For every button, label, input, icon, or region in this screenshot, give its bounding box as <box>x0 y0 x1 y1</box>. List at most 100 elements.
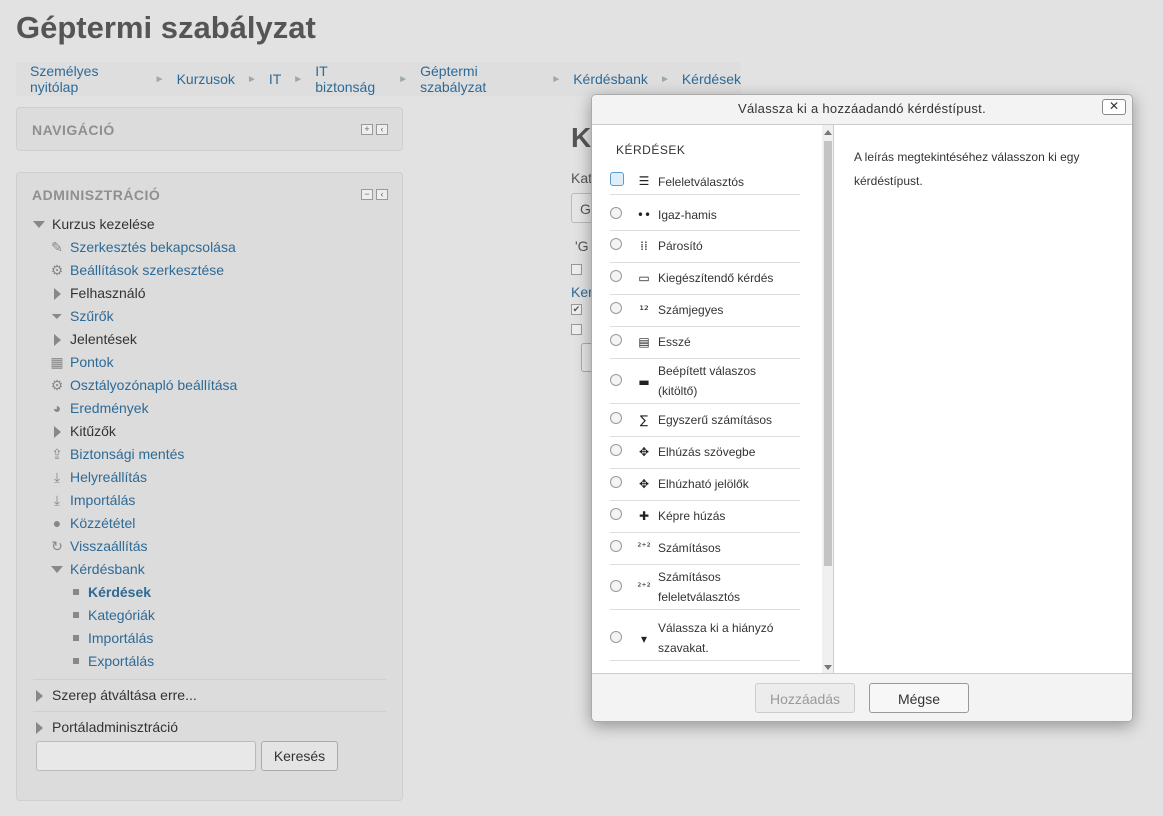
tree-categories[interactable]: Kategóriák <box>33 604 386 627</box>
tree-outcomes[interactable]: ◕ Eredmények <box>33 397 386 420</box>
tree-edit-on[interactable]: ✎ Szerkesztés bekapcsolása <box>33 236 386 259</box>
tree-publish[interactable]: ● Közzététel <box>33 512 386 535</box>
option-shortanswer[interactable]: ▭ Kiegészítendő kérdés <box>610 264 800 295</box>
tree-grades[interactable]: ▦ Pontok <box>33 351 386 374</box>
radio-button[interactable] <box>610 207 622 219</box>
radio-button[interactable] <box>610 374 622 386</box>
scrollbar-thumb[interactable] <box>824 141 832 566</box>
upload-icon: ⇪ <box>51 446 63 462</box>
option-cloze[interactable]: ▬ Beépített válaszos (kitöltő) <box>610 360 800 404</box>
globe-icon: ● <box>52 515 62 531</box>
tree-reports[interactable]: Jelentések <box>33 328 386 351</box>
gear-icon: ⚙ <box>50 262 64 278</box>
radio-button[interactable] <box>610 302 622 314</box>
breadcrumb-home[interactable]: Személyes nyitólap <box>30 63 143 95</box>
navigation-block: NAVIGÁCIÓ + ‹ <box>16 107 403 151</box>
tree-qimport[interactable]: Importálás <box>33 627 386 650</box>
tree-import[interactable]: ⤓ Importálás <box>33 489 386 512</box>
radio-button[interactable] <box>610 334 622 346</box>
breadcrumb-questions[interactable]: Kérdések <box>682 71 741 87</box>
collapse-icon[interactable]: ‹ <box>376 189 388 200</box>
dock-icon[interactable]: + <box>361 124 373 135</box>
pencil-icon: ✎ <box>51 239 63 255</box>
ddmarker-icon: ✥ <box>638 477 650 491</box>
collapsed-arrow-icon <box>54 288 61 300</box>
option-matching[interactable]: ⁞⁞ Párosító <box>610 232 800 263</box>
tree-settings[interactable]: ⚙ Beállítások szerkesztése <box>33 259 386 282</box>
ddwtos-icon: ✥ <box>638 445 650 459</box>
scroll-up-icon[interactable] <box>824 130 832 135</box>
cancel-button[interactable]: Mégse <box>869 683 969 713</box>
admin-search-input[interactable] <box>36 741 256 771</box>
questions-heading: KÉRDÉSEK <box>616 143 686 157</box>
filter-icon: ⏷ <box>51 308 63 324</box>
tree-filters[interactable]: ⏷ Szűrők <box>33 305 386 328</box>
breadcrumb-courses[interactable]: Kurzusok <box>177 71 235 87</box>
download-icon: ⤓ <box>53 492 61 508</box>
tree-switch-role[interactable]: Szerep átváltása erre... <box>33 680 386 711</box>
tree-site-admin[interactable]: Portáladminisztráció <box>33 712 386 743</box>
option-checkbox[interactable] <box>571 264 582 275</box>
expanded-arrow-icon <box>33 221 45 228</box>
radio-button[interactable] <box>610 412 622 424</box>
option-calculatedmulti[interactable]: ²⁺² Számításos feleletválasztós <box>610 566 800 610</box>
option-multichoice[interactable]: ☰ Feleletválasztós <box>610 169 800 195</box>
admin-search-button[interactable]: Keresés <box>261 741 338 771</box>
option-gapselect[interactable]: ▾ Válassza ki a hiányzó szavakat. <box>610 617 800 661</box>
option-ddwtos[interactable]: ✥ Elhúzás szövegbe <box>610 438 800 469</box>
bullet-icon <box>73 589 79 595</box>
question-type-list: KÉRDÉSEK ☰ Feleletválasztós •• Igaz-hami… <box>592 125 834 675</box>
tree-backup[interactable]: ⇪ Biztonsági mentés <box>33 443 386 466</box>
tree-qexport[interactable]: Exportálás <box>33 650 386 673</box>
option-calculatedsimple[interactable]: ∑ Egyszerű számításos <box>610 405 800 437</box>
tree-restore[interactable]: ⤓ Helyreállítás <box>33 466 386 489</box>
close-icon[interactable]: ✕ <box>1102 99 1126 115</box>
shortanswer-icon: ▭ <box>638 271 650 285</box>
option-ddimageortext[interactable]: ✚ Képre húzás <box>610 502 800 533</box>
matching-icon: ⁞⁞ <box>640 239 648 253</box>
grades-table-icon: ▦ <box>50 354 64 370</box>
scroll-down-icon[interactable] <box>824 665 832 670</box>
tree-badges[interactable]: Kitűzők <box>33 420 386 443</box>
breadcrumb-it-security[interactable]: IT biztonság <box>315 63 386 95</box>
options-scrollbar[interactable] <box>822 125 833 675</box>
breadcrumb-course[interactable]: Géptermi szabályzat <box>420 63 539 95</box>
option-essay[interactable]: ▤ Esszé <box>610 328 800 359</box>
radio-button[interactable] <box>610 238 622 250</box>
radio-button[interactable] <box>610 444 622 456</box>
radio-button[interactable] <box>610 508 622 520</box>
radio-button[interactable] <box>610 580 622 592</box>
tree-reset[interactable]: ↻ Visszaállítás <box>33 535 386 558</box>
option-calculated[interactable]: ²⁺² Számításos <box>610 534 800 565</box>
collapse-icon[interactable]: ‹ <box>376 124 388 135</box>
breadcrumb-separator-icon: ► <box>659 73 670 85</box>
tree-gradebook[interactable]: ⚙ Osztályozónapló beállítása <box>33 374 386 397</box>
category-select[interactable]: G <box>571 193 593 223</box>
navigation-title: NAVIGÁCIÓ <box>32 122 115 138</box>
option-ddmarker[interactable]: ✥ Elhúzható jelölők <box>610 470 800 501</box>
dialog-footer: Hozzáadás Mégse <box>592 673 1132 721</box>
breadcrumb-it[interactable]: IT <box>269 71 281 87</box>
radio-button[interactable] <box>610 540 622 552</box>
option-truefalse[interactable]: •• Igaz-hamis <box>610 200 800 231</box>
tree-qbank[interactable]: Kérdésbank <box>33 558 386 581</box>
administration-block: ADMINISZTRÁCIÓ − ‹ Kurzus kezelése ✎ Szer… <box>16 172 403 801</box>
tree-questions[interactable]: Kérdések <box>33 581 386 604</box>
add-button[interactable]: Hozzáadás <box>755 683 855 713</box>
option-numerical[interactable]: ¹² Számjegyes <box>610 296 800 327</box>
breadcrumb-qbank[interactable]: Kérdésbank <box>573 71 648 87</box>
radio-button[interactable] <box>610 476 622 488</box>
minimize-icon[interactable]: − <box>361 189 373 200</box>
background-link[interactable]: Ker <box>571 284 593 300</box>
collapsed-arrow-icon <box>36 690 43 702</box>
tree-course-admin[interactable]: Kurzus kezelése <box>33 213 386 236</box>
collapsed-arrow-icon <box>54 334 61 346</box>
radio-button[interactable] <box>610 631 622 643</box>
expanded-arrow-icon <box>51 566 63 573</box>
radio-button[interactable] <box>610 270 622 282</box>
radio-button[interactable] <box>610 172 624 186</box>
tree-users[interactable]: Felhasználó <box>33 282 386 305</box>
checked-checkbox[interactable]: ✔ <box>571 304 582 315</box>
option-checkbox[interactable] <box>571 324 582 335</box>
multichoice-icon: ☰ <box>638 174 650 188</box>
